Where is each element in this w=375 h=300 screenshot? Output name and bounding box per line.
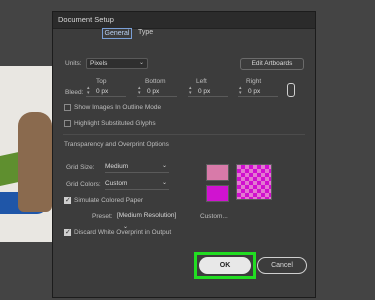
grid-dark-color-swatch[interactable] bbox=[206, 185, 229, 202]
bleed-label: Bleed: bbox=[65, 89, 84, 96]
highlight-glyphs-label: Highlight Substituted Glyphs bbox=[74, 120, 156, 127]
preset-value: [Medium Resolution] bbox=[117, 212, 177, 219]
show-images-outline-checkbox[interactable] bbox=[64, 104, 71, 111]
simulate-paper-checkbox[interactable] bbox=[64, 196, 71, 204]
preset-label: Preset: bbox=[92, 213, 113, 220]
custom-button[interactable]: Custom... bbox=[200, 213, 228, 220]
stepper-icon[interactable]: ▴ ▾ bbox=[239, 86, 242, 96]
bleed-left-input[interactable]: ▴ ▾ 0 px bbox=[188, 86, 228, 97]
bleed-right-input[interactable]: ▴ ▾ 0 px bbox=[238, 86, 278, 97]
grid-size-value: Medium bbox=[105, 163, 129, 170]
units-value: Pixels bbox=[90, 60, 108, 67]
edit-artboards-button[interactable]: Edit Artboards bbox=[240, 58, 304, 70]
chevron-down-icon: ⌄ bbox=[138, 60, 144, 66]
artwork-figure bbox=[18, 112, 52, 212]
bleed-left-value: 0 px bbox=[198, 88, 211, 95]
simulate-paper-label: Simulate Colored Paper bbox=[74, 197, 144, 204]
stepper-icon[interactable]: ▴ ▾ bbox=[87, 86, 90, 96]
section-divider bbox=[63, 134, 305, 135]
ok-button[interactable]: OK bbox=[199, 257, 251, 274]
bleed-left-header: Left bbox=[196, 78, 207, 85]
link-bleed-icon[interactable] bbox=[287, 83, 295, 97]
discard-white-label: Discard White Overprint in Output bbox=[74, 229, 172, 236]
preset-dropdown[interactable]: [Medium Resolution] ⌄ bbox=[117, 210, 187, 230]
transparency-grid-preview bbox=[236, 164, 272, 200]
bleed-top-value: 0 px bbox=[96, 88, 109, 95]
transparency-heading: Transparency and Overprint Options bbox=[64, 141, 169, 148]
grid-colors-dropdown[interactable]: Custom ⌄ bbox=[105, 178, 169, 190]
bleed-top-input[interactable]: ▴ ▾ 0 px bbox=[86, 86, 126, 97]
discard-white-checkbox[interactable] bbox=[64, 228, 71, 236]
bleed-right-value: 0 px bbox=[248, 88, 261, 95]
bleed-bottom-input[interactable]: ▴ ▾ 0 px bbox=[137, 86, 177, 97]
tab-general[interactable]: General bbox=[102, 28, 132, 39]
grid-colors-value: Custom bbox=[105, 180, 128, 187]
tab-type[interactable]: Type bbox=[138, 29, 153, 36]
stepper-icon[interactable]: ▴ ▾ bbox=[189, 86, 192, 96]
bleed-bottom-value: 0 px bbox=[147, 88, 160, 95]
grid-light-color-swatch[interactable] bbox=[206, 164, 229, 181]
document-setup-dialog: Document Setup bbox=[52, 11, 316, 298]
bleed-bottom-header: Bottom bbox=[145, 78, 166, 85]
show-images-outline-label: Show Images In Outline Mode bbox=[74, 104, 162, 111]
units-label: Units: bbox=[65, 60, 82, 67]
bleed-right-header: Right bbox=[246, 78, 262, 85]
chevron-down-icon: ⌄ bbox=[161, 163, 167, 169]
grid-colors-label: Grid Colors: bbox=[66, 181, 101, 188]
bleed-top-header: Top bbox=[96, 78, 107, 85]
chevron-down-icon: ⌄ bbox=[161, 180, 167, 186]
units-dropdown[interactable]: Pixels ⌄ bbox=[86, 58, 148, 69]
dialog-titlebar[interactable]: Document Setup bbox=[53, 12, 315, 29]
grid-size-dropdown[interactable]: Medium ⌄ bbox=[105, 161, 169, 173]
dialog-title: Document Setup bbox=[58, 15, 114, 24]
cancel-button[interactable]: Cancel bbox=[257, 257, 307, 274]
stepper-icon[interactable]: ▴ ▾ bbox=[138, 86, 141, 96]
highlight-glyphs-checkbox[interactable] bbox=[64, 120, 71, 127]
grid-size-label: Grid Size: bbox=[66, 164, 95, 171]
